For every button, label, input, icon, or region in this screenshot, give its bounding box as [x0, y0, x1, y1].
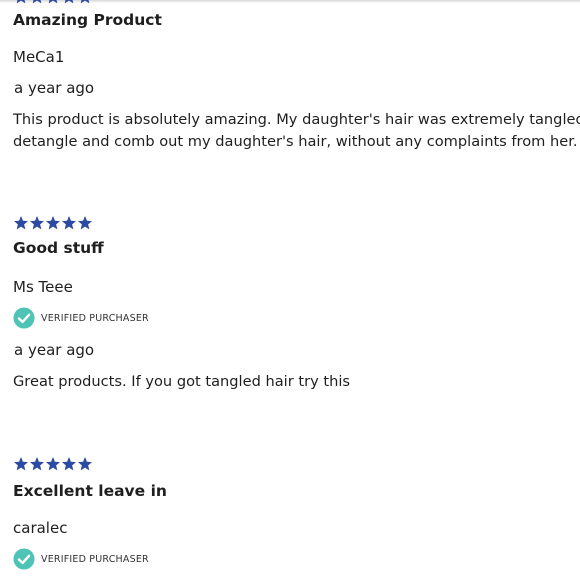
verified-purchaser-badge: VERIFIED PURCHASER — [13, 307, 149, 329]
star-icon — [30, 216, 44, 230]
star-icon — [62, 216, 76, 230]
star-icon — [14, 216, 28, 230]
review-date: a year ago — [14, 79, 95, 97]
review-body-line: Great products. If you got tangled hair … — [13, 373, 350, 390]
star-icon — [32, 0, 42, 4]
star-icon — [46, 216, 60, 230]
star-icon — [48, 0, 58, 4]
review-card: Excellent leave in caralec VERIFIED PURC… — [13, 456, 580, 580]
star-icon — [64, 0, 74, 4]
review-body-line: This product is absolutely amazing. My d… — [13, 111, 580, 128]
review-author: caralec — [13, 519, 68, 537]
star-icon — [16, 0, 26, 4]
verified-purchaser-label: VERIFIED PURCHASER — [41, 553, 149, 565]
star-icon — [14, 457, 28, 471]
check-circle-icon — [13, 307, 35, 329]
star-icon — [78, 216, 92, 230]
star-icon — [78, 457, 92, 471]
star-icon — [46, 457, 60, 471]
review-date: a year ago — [14, 341, 95, 359]
star-rating — [13, 456, 580, 474]
star-rating — [13, 0, 580, 7]
check-circle-icon — [13, 548, 35, 570]
star-rating — [13, 215, 580, 233]
verified-purchaser-label: VERIFIED PURCHASER — [41, 312, 149, 324]
verified-purchaser-badge: VERIFIED PURCHASER — [13, 548, 149, 570]
review-title: Excellent leave in — [13, 482, 167, 500]
reviews-page: Amazing Product MeCa1 a year ago This pr… — [0, 0, 580, 580]
review-title: Amazing Product — [13, 11, 162, 29]
review-author: MeCa1 — [13, 48, 65, 66]
star-icon — [80, 0, 90, 4]
review-card: Good stuff Ms Teee VERIFIED PURCHASER a … — [13, 215, 580, 405]
review-author: Ms Teee — [13, 278, 73, 296]
review-title: Good stuff — [13, 239, 104, 257]
star-icon — [30, 457, 44, 471]
review-card: Amazing Product MeCa1 a year ago This pr… — [13, 0, 580, 159]
review-body-line: detangle and comb out my daughter's hair… — [13, 133, 580, 150]
star-icon — [62, 457, 76, 471]
